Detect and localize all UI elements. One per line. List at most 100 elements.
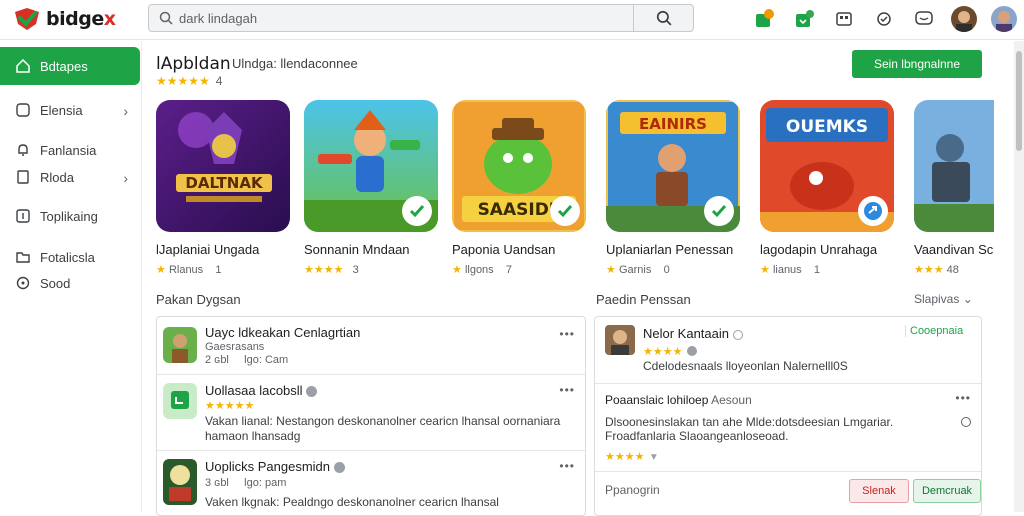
svg-text:SAASIDE: SAASIDE [478, 200, 561, 220]
more-options-icon[interactable]: ••• [559, 459, 575, 473]
list-item-stars: ★★★★★ [205, 400, 255, 412]
list-item-sub: Gaesrasans [205, 341, 265, 353]
secondary-button[interactable]: Slenak [849, 479, 909, 503]
app-meta: ★★★ 48 [914, 264, 959, 276]
review-stars: ★★★★ ▼ [605, 451, 659, 463]
search-input[interactable]: dark lindagah [179, 11, 257, 26]
primary-button[interactable]: Demcruak [913, 479, 981, 503]
gear-icon [877, 12, 891, 26]
featured-card[interactable]: Vaandivan Sc ★★★ 48 [914, 100, 994, 276]
sidebar-item-label: Fanlansia [40, 142, 97, 158]
list-item[interactable]: Uayc ldkeakan Cenlagrtian Gaesrasans 2 ɢ… [157, 317, 585, 375]
messages-button[interactable] [904, 6, 944, 32]
review-line: Cdelodesnaals lloyeonlan Nalernelll0S [643, 359, 848, 373]
review-tag[interactable]: Cooepnaia [905, 325, 963, 337]
settings-button[interactable] [864, 6, 904, 32]
app-name: Sonnanin Mndaan [304, 242, 410, 257]
divider [595, 471, 981, 472]
sidebar-item-rloda[interactable]: Rloda › [0, 158, 140, 196]
page-title: lApbldan [156, 54, 231, 74]
search-bar[interactable]: dark lindagah [148, 4, 694, 32]
installed-check-icon [550, 196, 580, 226]
downloads-button[interactable] [784, 6, 824, 32]
avatar [991, 6, 1017, 32]
app-artwork: DALTNAK [156, 100, 290, 232]
list-item[interactable]: Uoplicks Pangesmidn 3 ɢbl lgo: pam Vaken… [157, 451, 585, 515]
list-item[interactable]: Uollasaa lacobsll ★★★★★ Vakan lianal: Ne… [157, 375, 585, 451]
download-icon [796, 10, 814, 27]
app-logo[interactable]: bidgex [12, 6, 116, 32]
list-item-description: Vaken lkgnak: Pealdngo deskonanolner cea… [205, 495, 499, 509]
page-rating: ★★★★★ 4 [156, 74, 222, 88]
rating-stars: ★★★★★ [156, 74, 210, 88]
scrollbar[interactable] [1014, 41, 1024, 512]
featured-card[interactable]: SAASIDE Paponia Uandsan ★ llgons 7 [452, 100, 586, 276]
search-icon [159, 11, 173, 25]
svg-text:OUEMKS: OUEMKS [786, 117, 868, 137]
verified-icon [732, 329, 743, 340]
more-options-icon[interactable]: ••• [559, 327, 575, 341]
featured-card[interactable]: Sonnanin Mndaan ★★★★ 3 [304, 100, 438, 276]
top-icons [744, 6, 1024, 32]
chevron-down-icon: ⌄ [962, 292, 973, 306]
circle-icon [16, 276, 30, 290]
notifications-button[interactable] [744, 6, 784, 32]
list-icon [17, 170, 29, 184]
app-name: lagodapin Unrahaga [760, 242, 878, 257]
section-title-right: Paedin Penssan [596, 292, 691, 307]
sidebar-item-home[interactable]: Bdtapes [0, 47, 140, 85]
list-item-title: Uayc ldkeakan Cenlagrtian [205, 325, 361, 340]
featured-card[interactable]: OUEMKS lagodapin Unrahaga ★ lianus 1 [760, 100, 894, 276]
more-options-icon[interactable]: ••• [955, 391, 971, 405]
profile-avatar-2[interactable] [984, 6, 1024, 32]
store-icon [756, 9, 774, 27]
divider [595, 383, 981, 384]
profile-avatar-1[interactable] [944, 6, 984, 32]
app-name: lJaplaniai Ungada [156, 242, 260, 257]
list-item-title: Uollasaa lacobsll [205, 383, 318, 398]
logo-text: bidgex [46, 8, 116, 30]
reviewer-name: Nelor Kantaain [643, 326, 743, 341]
rating-count: 4 [215, 74, 223, 88]
app-artwork: OUEMKS [760, 100, 894, 232]
sidebar-item-label: Sood [40, 275, 71, 291]
scrollbar-thumb[interactable] [1016, 51, 1022, 151]
sidebar-item-sood[interactable]: Sood [0, 264, 140, 302]
reviewer-rating: ★★★★ [643, 342, 697, 360]
verified-icon [333, 462, 345, 474]
info-icon [686, 345, 697, 356]
app-meta: ★ Garnis 0 [606, 264, 670, 276]
sort-dropdown[interactable]: Slapivas ⌄ [914, 292, 973, 306]
svg-text:EAINIRS: EAINIRS [639, 115, 707, 133]
sidebar-item-toplikaing[interactable]: Toplikaing [0, 197, 140, 235]
featured-card[interactable]: DALTNAK lJaplaniai Ungada ★ Rlanus 1 [156, 100, 290, 276]
featured-card[interactable]: EAINIRS Uplaniarlan Penessan ★ Garnis 0 [606, 100, 740, 276]
list-item-meta: 2 ɢbl lgo: Cam [205, 354, 289, 366]
primary-action-button[interactable]: Sein lbngnalnne [852, 50, 982, 78]
search-icon [656, 10, 672, 26]
list-item-description: Vakan lianal: Nestangon deskonanolner ce… [205, 414, 561, 443]
search-button[interactable] [635, 5, 693, 31]
app-artwork: EAINIRS [606, 100, 740, 232]
sidebar-item-label: Bdtapes [40, 58, 88, 74]
share-icon [858, 196, 888, 226]
verified-icon [306, 386, 318, 398]
search-divider [633, 5, 634, 31]
app-thumbnail [163, 327, 197, 363]
library-button[interactable] [824, 6, 864, 32]
review-panel: Nelor Kantaain ★★★★ Cooepnaia Cdelodesna… [594, 316, 982, 516]
sidebar-item-elensia[interactable]: Elensia › [0, 91, 140, 129]
installed-check-icon [704, 196, 734, 226]
rank-icon [16, 209, 30, 223]
app-name: Paponia Uandsan [452, 242, 556, 257]
sidebar-item-label: Rloda [40, 169, 74, 185]
avatar [951, 6, 977, 32]
app-artwork: SAASIDE [452, 100, 586, 232]
installed-check-icon [402, 196, 432, 226]
dropdown-icon: ▼ [648, 452, 659, 463]
radio-icon[interactable] [961, 417, 971, 427]
page-subtitle: Ulndga: llendaconnee [232, 56, 358, 71]
app-meta: ★ Rlanus 1 [156, 264, 222, 276]
more-options-icon[interactable]: ••• [559, 383, 575, 397]
app-name: Uplaniarlan Penessan [606, 242, 734, 257]
